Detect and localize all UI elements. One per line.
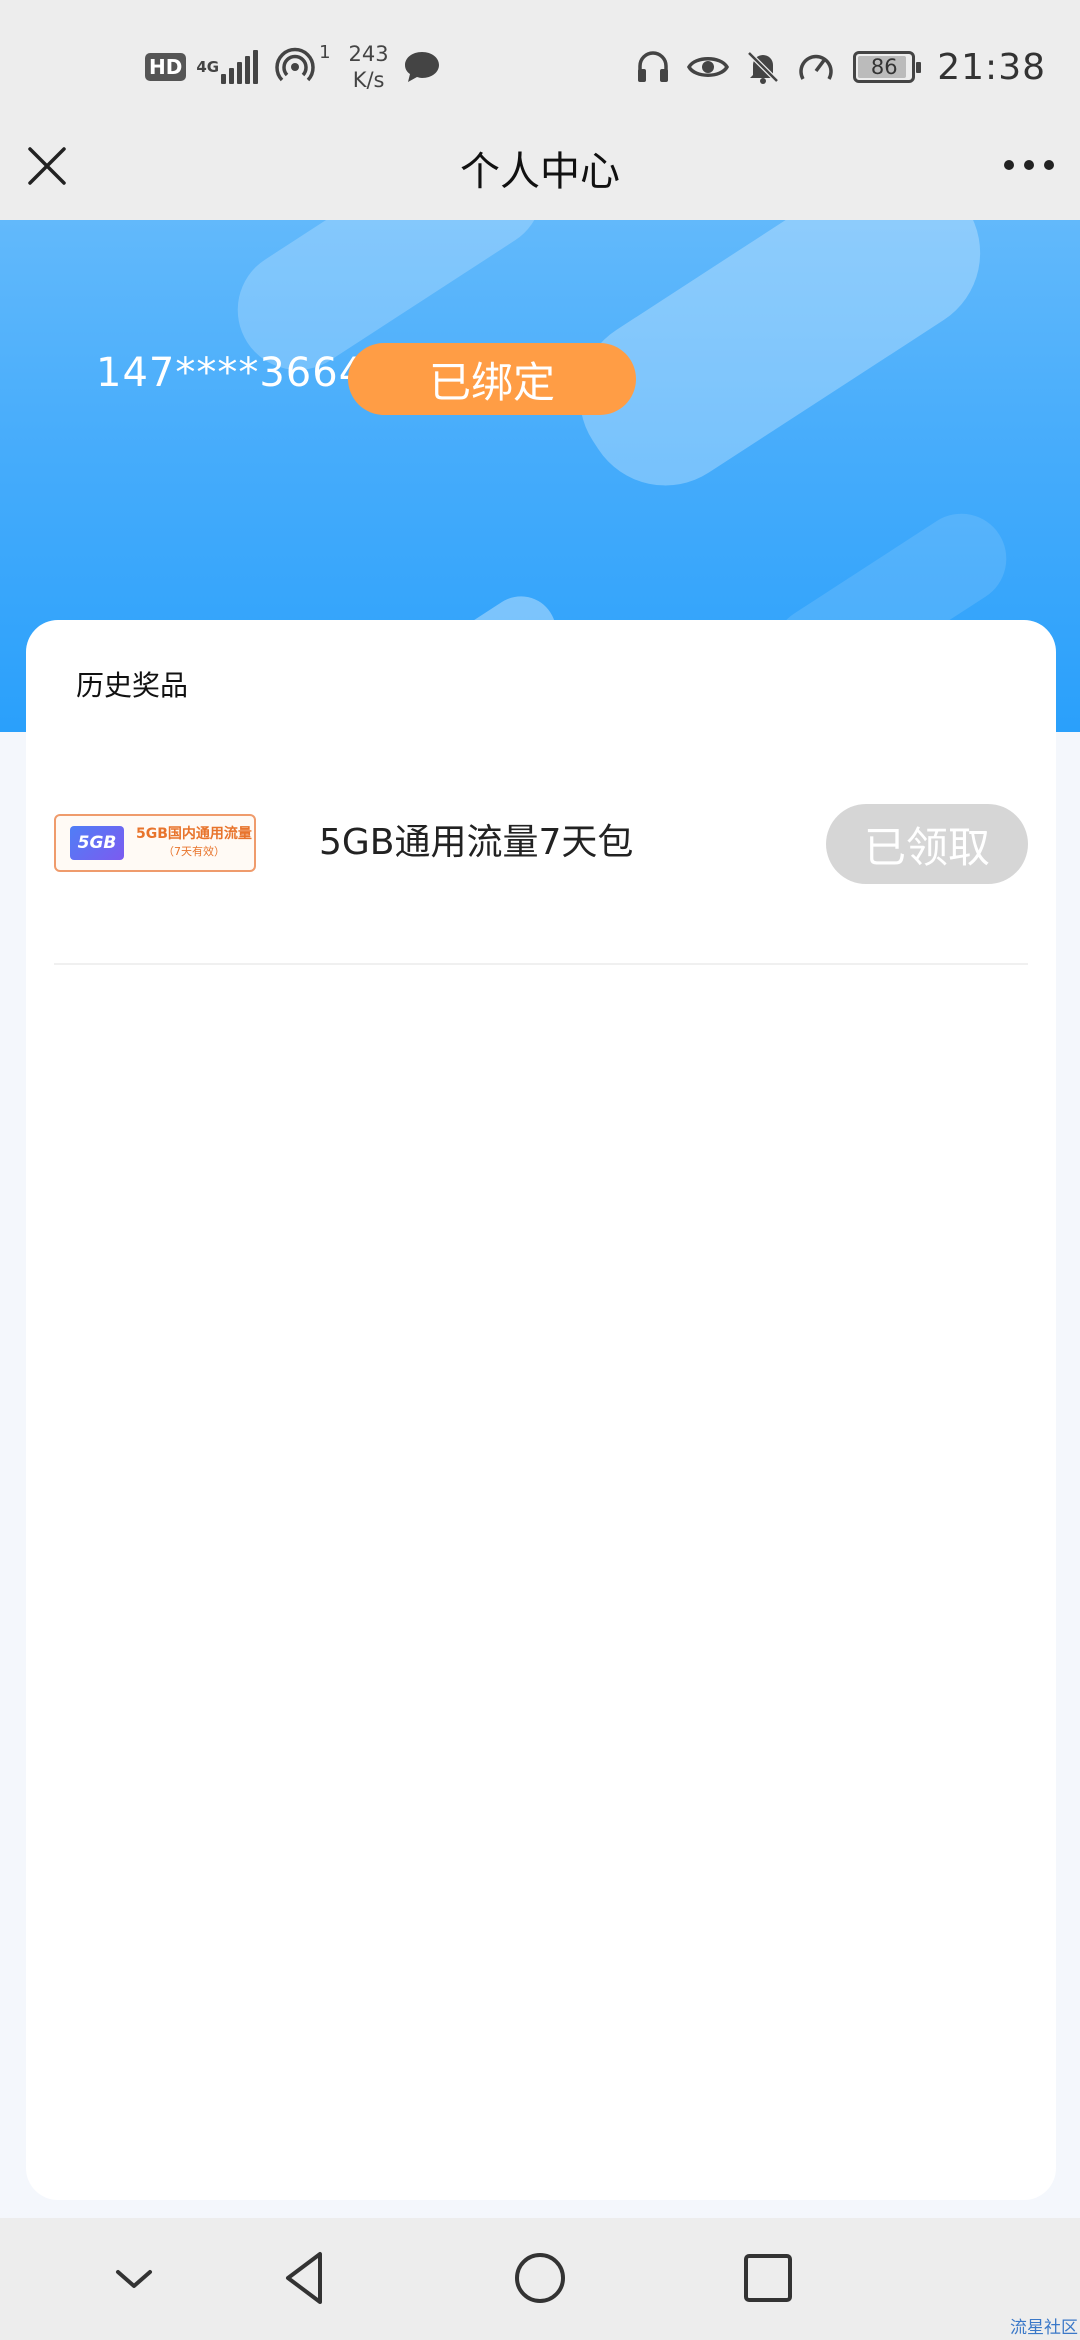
bound-status-button[interactable]: 已绑定	[348, 343, 636, 415]
history-prizes-card: 历史奖品 5GB 5GB国内通用流量 （7天有效） 5GB通用流量7天包 已领取	[26, 620, 1056, 2200]
home-circle-icon[interactable]	[508, 2246, 572, 2310]
prize-row: 5GB 5GB国内通用流量 （7天有效） 5GB通用流量7天包 已领取	[54, 804, 1028, 900]
recent-square-icon[interactable]	[736, 2246, 800, 2310]
bell-off-icon	[747, 51, 780, 84]
eye-icon	[687, 57, 730, 77]
claimed-button[interactable]: 已领取	[826, 804, 1028, 884]
network-speed: 243 K/s	[349, 41, 389, 93]
divider	[54, 963, 1028, 965]
clock: 21:38	[937, 46, 1046, 88]
message-icon	[404, 52, 439, 82]
prize-thumbnail: 5GB 5GB国内通用流量 （7天有效）	[54, 814, 256, 872]
thumb-badge: 5GB	[70, 826, 124, 860]
speed-value: 243	[348, 42, 389, 66]
speedometer-icon	[799, 54, 833, 80]
page-title: 个人中心	[460, 149, 620, 195]
hotspot-icon	[275, 47, 315, 82]
watermark: 流星社区	[1010, 2318, 1078, 2338]
battery-level: 86	[870, 55, 898, 79]
system-nav-bar: 流星社区	[0, 2218, 1080, 2340]
network-type: 4G	[196, 58, 220, 76]
card-title: 历史奖品	[76, 669, 189, 702]
battery-icon: 86	[853, 51, 922, 83]
status-bar: HD 4G 1 243 K/s 86 21:38	[0, 0, 1080, 135]
hd-icon: HD	[145, 53, 187, 81]
back-triangle-icon[interactable]	[276, 2246, 340, 2310]
back-chevron-icon[interactable]	[102, 2246, 166, 2310]
title-bar: 个人中心	[0, 135, 1080, 220]
status-right: 86 21:38	[619, 40, 1046, 94]
phone-number: 147****3664	[96, 350, 366, 396]
status-left: HD 4G 1 243 K/s	[145, 42, 441, 92]
thumb-line1: 5GB国内通用流量	[136, 826, 252, 842]
signal-icon	[221, 50, 261, 84]
more-icon[interactable]	[1004, 145, 1054, 185]
hotspot-count: 1	[319, 42, 331, 63]
headphones-icon	[638, 51, 669, 82]
thumb-line2: （7天有效）	[162, 845, 225, 858]
prize-name: 5GB通用流量7天包	[319, 822, 634, 863]
speed-unit: K/s	[352, 68, 385, 92]
